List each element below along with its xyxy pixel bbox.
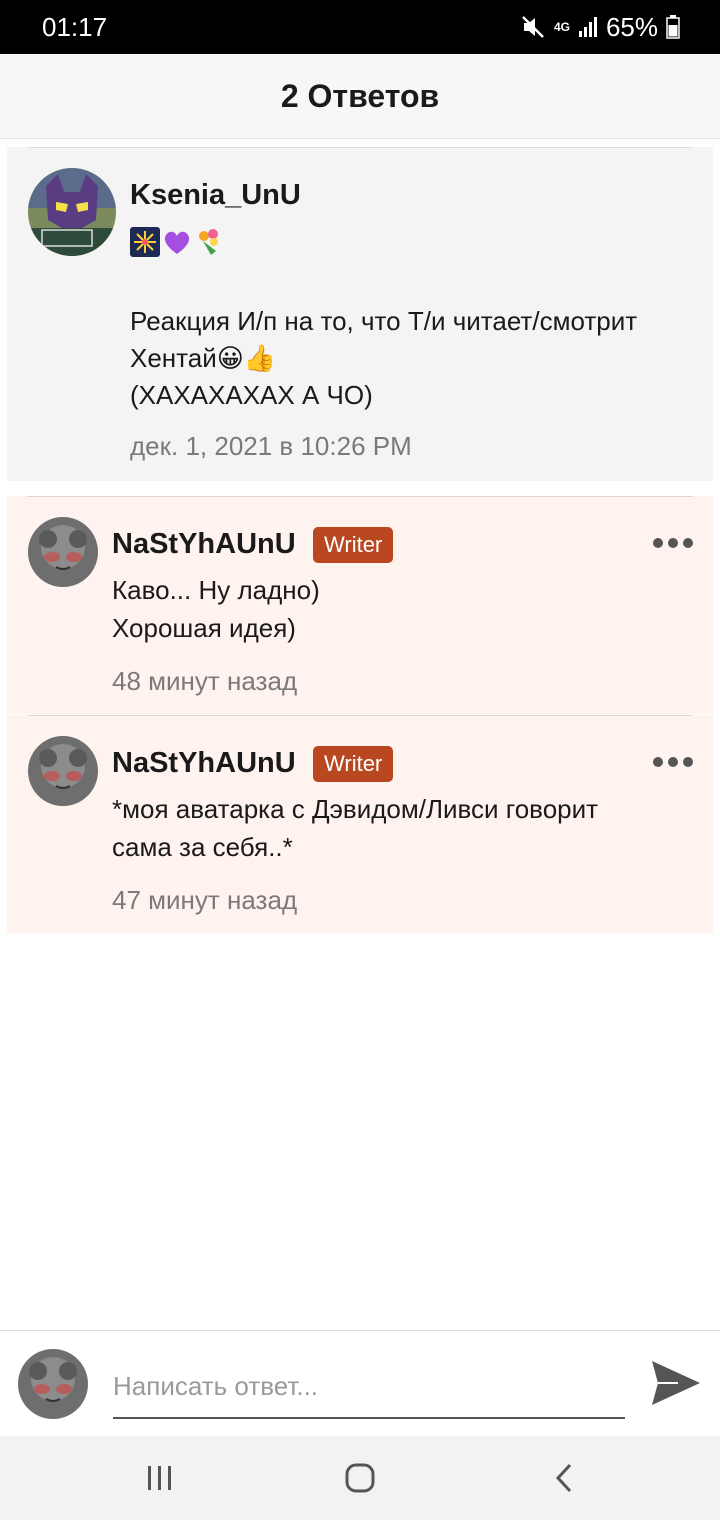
reply-item: NaStYhAUnU Writer Каво... Ну ладно) Хоро… <box>7 496 713 714</box>
post-text-line: (ХАХАХАХАХ А ЧО) <box>130 380 373 410</box>
recent-apps-icon[interactable] <box>140 1460 180 1496</box>
avatar[interactable] <box>28 168 116 256</box>
reply-timestamp: 48 минут назад <box>112 666 298 696</box>
battery-icon <box>666 15 680 39</box>
avatar <box>18 1349 88 1419</box>
reply-input[interactable] <box>113 1355 625 1419</box>
author-name[interactable]: NaStYhAUnU <box>112 747 296 780</box>
reply-text: Каво... Ну ладно) Хорошая идея) <box>112 571 692 647</box>
post-text: Реакция И/п на то, что Т/и читает/смотри… <box>130 303 700 414</box>
avatar[interactable] <box>28 517 98 587</box>
divider <box>27 147 693 148</box>
reply-text-line: Каво... Ну ладно) <box>112 575 320 605</box>
original-post: Ksenia_UnU Реакция И/п на то, что Т/и чи… <box>7 147 713 481</box>
status-icons: 4G 65% <box>520 12 680 42</box>
home-icon[interactable] <box>340 1460 380 1496</box>
page-title: 2 Ответов <box>280 77 440 114</box>
network-4g-icon: 4G <box>554 21 570 33</box>
author-emojis <box>130 227 224 257</box>
fireworks-emoji-icon <box>130 227 160 257</box>
system-nav-bar <box>0 1436 720 1520</box>
post-timestamp: дек. 1, 2021 в 10:26 PM <box>130 431 412 461</box>
purple-heart-emoji-icon <box>162 227 192 257</box>
network-label: 4G <box>553 20 570 34</box>
reply-timestamp: 47 минут назад <box>112 885 298 915</box>
status-bar: 01:17 4G 65% <box>0 0 720 54</box>
reply-item: NaStYhAUnU Writer *моя аватарка с Дэвидо… <box>7 715 713 933</box>
avatar[interactable] <box>28 736 98 806</box>
reply-text-line: *моя аватарка с Дэвидом/Ливси говорит <box>112 794 599 824</box>
more-options-icon[interactable] <box>653 538 693 548</box>
reply-composer <box>0 1330 720 1437</box>
writer-badge: Writer <box>313 527 394 563</box>
header: 2 Ответов <box>0 54 720 139</box>
reply-text-line: Хорошая идея) <box>112 613 296 643</box>
reply-text: *моя аватарка с Дэвидом/Ливси говорит са… <box>112 790 692 866</box>
post-text-line: Реакция И/п на то, что Т/и читает/смотри… <box>130 306 638 336</box>
bouquet-emoji-icon <box>194 227 224 257</box>
battery-percent: 65% <box>605 11 658 42</box>
divider <box>27 715 693 716</box>
send-icon[interactable] <box>648 1355 704 1411</box>
back-icon[interactable] <box>544 1460 584 1496</box>
writer-badge: Writer <box>313 746 394 782</box>
signal-icon <box>578 16 598 38</box>
status-time: 01:17 <box>42 12 108 42</box>
author-name[interactable]: Ksenia_UnU <box>130 179 301 212</box>
mute-icon <box>520 14 546 40</box>
more-options-icon[interactable] <box>653 757 693 767</box>
divider <box>27 496 693 497</box>
author-name[interactable]: NaStYhAUnU <box>112 528 296 561</box>
reply-text-line: сама за себя..* <box>112 832 293 862</box>
post-text-line: Хентай😀👍 <box>130 343 277 373</box>
